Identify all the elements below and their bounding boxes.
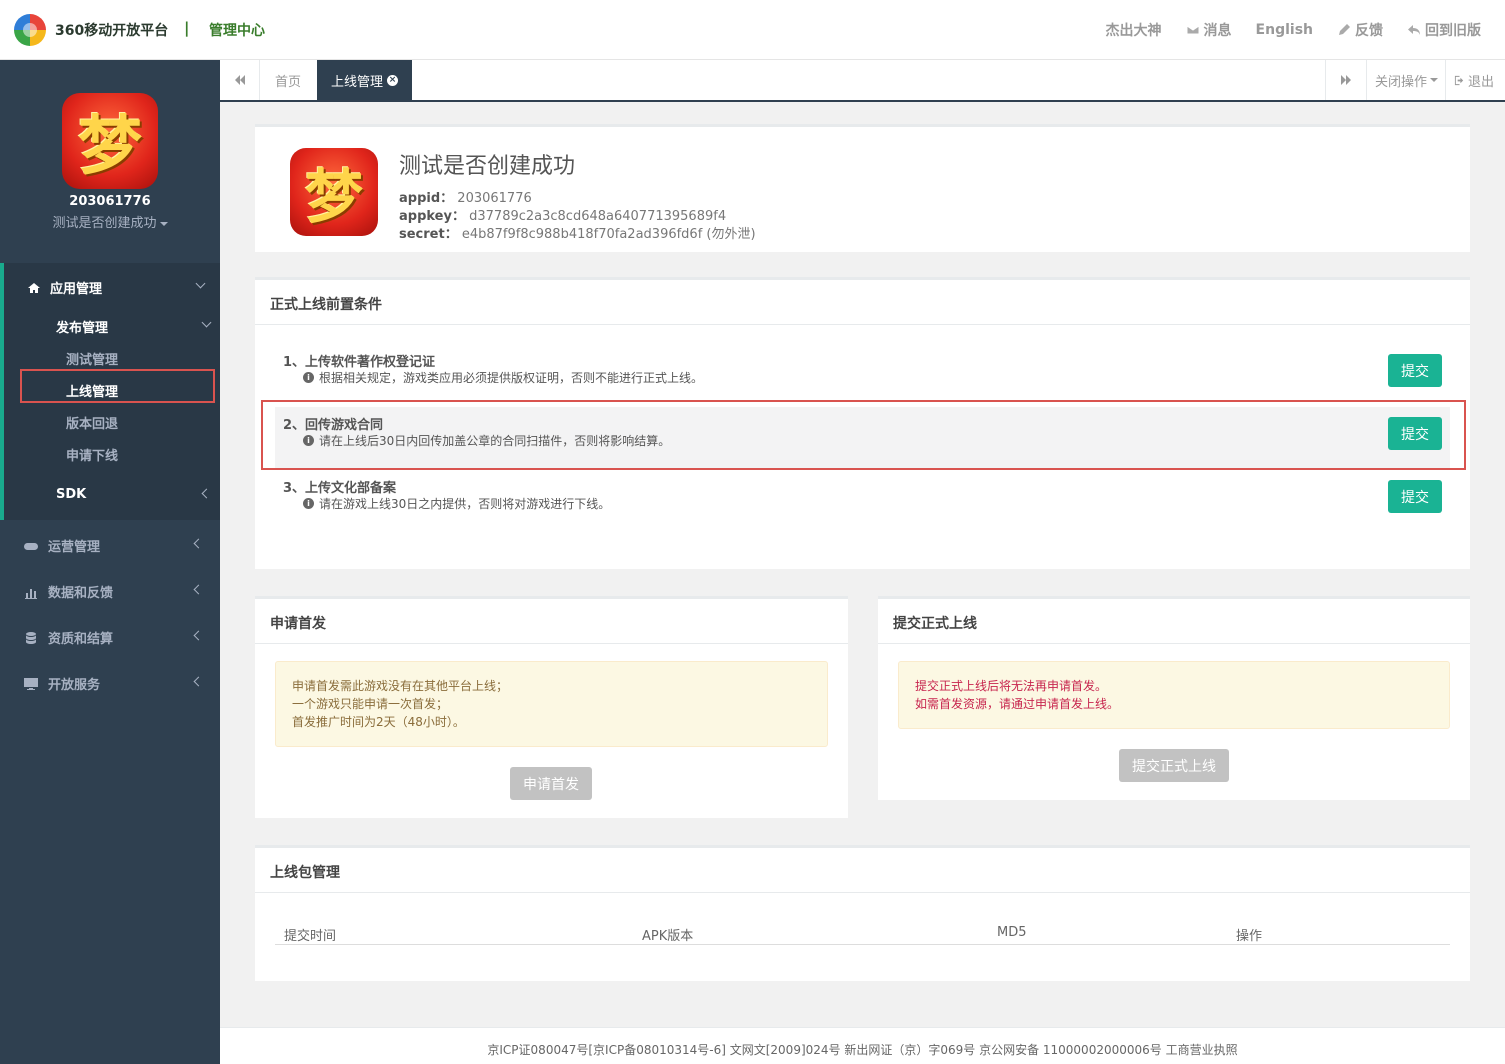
brand-separator: |	[184, 19, 190, 37]
prereq-item-culture-record: 3、上传文化部备案 i 请在游戏上线30日之内提供，否则将对游戏进行下线。 提交	[275, 470, 1450, 533]
appid-row: appid： 203061776	[399, 191, 532, 206]
reply-arrow-icon	[1408, 25, 1420, 35]
caret-down-icon	[1430, 78, 1439, 82]
first-launch-notice: 申请首发需此游戏没有在其他平台上线； 一个游戏只能申请一次首发； 首发推广时间为…	[275, 661, 828, 747]
first-launch-title: 申请首发	[255, 599, 848, 644]
chevron-left-icon	[193, 630, 204, 641]
envelope-icon	[1186, 25, 1200, 35]
footer-license-text: 京ICP证080047号[京ICP备08010314号-6] 文网文[2009]…	[487, 1043, 1238, 1057]
messages-link[interactable]: 消息	[1186, 20, 1232, 40]
chevron-down-icon	[201, 317, 212, 328]
info-icon: i	[303, 498, 314, 509]
column-submit-time: 提交时间	[284, 929, 337, 944]
secret-value: e4b87f9f8c988b418f70fa2ad396fd6f (勿外泄)	[461, 227, 756, 242]
close-icon[interactable]: ×	[387, 74, 399, 86]
submit-copyright-button[interactable]: 提交	[1388, 354, 1442, 387]
submit-online-title: 提交正式上线	[878, 599, 1470, 644]
app-icon: 梦	[290, 148, 378, 236]
brand-name[interactable]: 360移动开放平台	[55, 20, 168, 40]
sidebar-item-test-manage[interactable]: 测试管理	[66, 349, 118, 368]
secret-row: secret： e4b87f9f8c988b418f70fa2ad396fd6f…	[399, 227, 756, 242]
tab-bar: 首页 上线管理 × 关闭操作 退出	[220, 60, 1505, 102]
desktop-icon	[24, 677, 38, 690]
caret-down-icon	[159, 221, 168, 226]
forward-icon	[1340, 75, 1351, 85]
table-header-divider	[275, 944, 1450, 945]
highlight-contract-row	[261, 400, 1466, 470]
close-operations-dropdown[interactable]: 关闭操作	[1366, 60, 1446, 100]
sidebar-item-sdk[interactable]: SDK	[56, 487, 216, 502]
old-version-link[interactable]: 回到旧版	[1407, 20, 1481, 40]
sidebar-item-app-manage[interactable]: 应用管理	[28, 278, 220, 297]
database-icon	[26, 631, 36, 644]
masters-link[interactable]: 杰出大神	[1106, 20, 1162, 40]
submit-online-button[interactable]: 提交正式上线	[1119, 749, 1229, 782]
package-title: 上线包管理	[255, 848, 1470, 893]
app-icon: 梦	[62, 93, 158, 189]
apply-first-launch-button[interactable]: 申请首发	[510, 767, 592, 800]
english-link[interactable]: English	[1256, 20, 1313, 40]
appkey-row: appkey： d37789c2a3c8cd648a640771395689f4	[399, 209, 727, 224]
sidebar-item-qualification[interactable]: 资质和结算	[24, 628, 214, 647]
app-title: 测试是否创建成功	[399, 154, 576, 179]
sidebar-app-switcher[interactable]: 测试是否创建成功	[0, 212, 220, 231]
sidebar-profile: 梦 203061776 测试是否创建成功	[0, 60, 220, 263]
sidebar-item-operations[interactable]: 运营管理	[24, 536, 214, 555]
backward-icon	[234, 75, 245, 85]
sign-out-icon	[1454, 75, 1464, 85]
prereq-title: 正式上线前置条件	[255, 280, 1470, 325]
column-actions: 操作	[1236, 929, 1263, 944]
column-apk-version: APK版本	[642, 929, 694, 944]
sidebar-app-id: 203061776	[69, 194, 151, 209]
appkey-value: d37789c2a3c8cd648a640771395689f4	[469, 209, 727, 224]
sidebar-item-version-rollback[interactable]: 版本回退	[66, 413, 118, 432]
feedback-link[interactable]: 反馈	[1337, 20, 1383, 40]
tab-scroll-right[interactable]	[1325, 60, 1365, 100]
submit-online-notice: 提交正式上线后将无法再申请首发。 如需首发资源，请通过申请首发上线。	[898, 661, 1450, 729]
footer: 京ICP证080047号[京ICP备08010314号-6] 文网文[2009]…	[220, 1027, 1505, 1064]
submit-online-panel: 提交正式上线 提交正式上线后将无法再申请首发。 如需首发资源，请通过申请首发上线…	[878, 596, 1470, 800]
logout-button[interactable]: 退出	[1445, 60, 1502, 100]
first-launch-panel: 申请首发 申请首发需此游戏没有在其他平台上线； 一个游戏只能申请一次首发； 首发…	[255, 596, 848, 818]
tab-scroll-left[interactable]	[220, 60, 260, 100]
pencil-icon	[1339, 24, 1350, 35]
brand-subtitle[interactable]: 管理中心	[209, 20, 265, 40]
sidebar-item-apply-offline[interactable]: 申请下线	[66, 445, 118, 464]
appid-value: 203061776	[457, 191, 532, 206]
chevron-left-icon	[193, 584, 204, 595]
sidebar-item-publish-manage[interactable]: 发布管理	[56, 317, 216, 336]
submit-culture-record-button[interactable]: 提交	[1388, 480, 1442, 513]
home-icon	[28, 282, 40, 293]
gamepad-icon	[24, 542, 38, 550]
chevron-left-icon	[193, 538, 204, 549]
sidebar-item-data-feedback[interactable]: 数据和反馈	[24, 582, 214, 601]
highlight-online-manage	[20, 369, 215, 403]
tab-home[interactable]: 首页	[261, 60, 315, 100]
top-header: 360移动开放平台 | 管理中心 杰出大神 消息 English 反馈 回到旧版	[0, 0, 1505, 60]
chevron-left-icon	[201, 488, 212, 499]
sidebar: 梦 203061776 测试是否创建成功 应用管理 发布管理 测试管理 上线管理…	[0, 60, 220, 1064]
top-links: 杰出大神 消息 English 反馈 回到旧版	[1106, 20, 1481, 40]
chevron-down-icon	[195, 278, 206, 289]
chevron-left-icon	[193, 676, 204, 687]
bar-chart-icon	[25, 588, 37, 599]
sidebar-item-open-service[interactable]: 开放服务	[24, 674, 214, 693]
360-logo-icon[interactable]	[14, 14, 46, 46]
package-panel: 上线包管理 提交时间 APK版本 MD5 操作	[255, 845, 1470, 981]
tab-online-manage[interactable]: 上线管理 ×	[317, 60, 413, 100]
prereq-item-copyright: 1、上传软件著作权登记证 i 根据相关规定，游戏类应用必须提供版权证明，否则不能进…	[275, 344, 1450, 407]
column-md5: MD5	[997, 925, 1027, 940]
info-icon: i	[303, 372, 314, 383]
app-info-panel: 梦 测试是否创建成功 appid： 203061776 appkey： d377…	[255, 124, 1470, 252]
